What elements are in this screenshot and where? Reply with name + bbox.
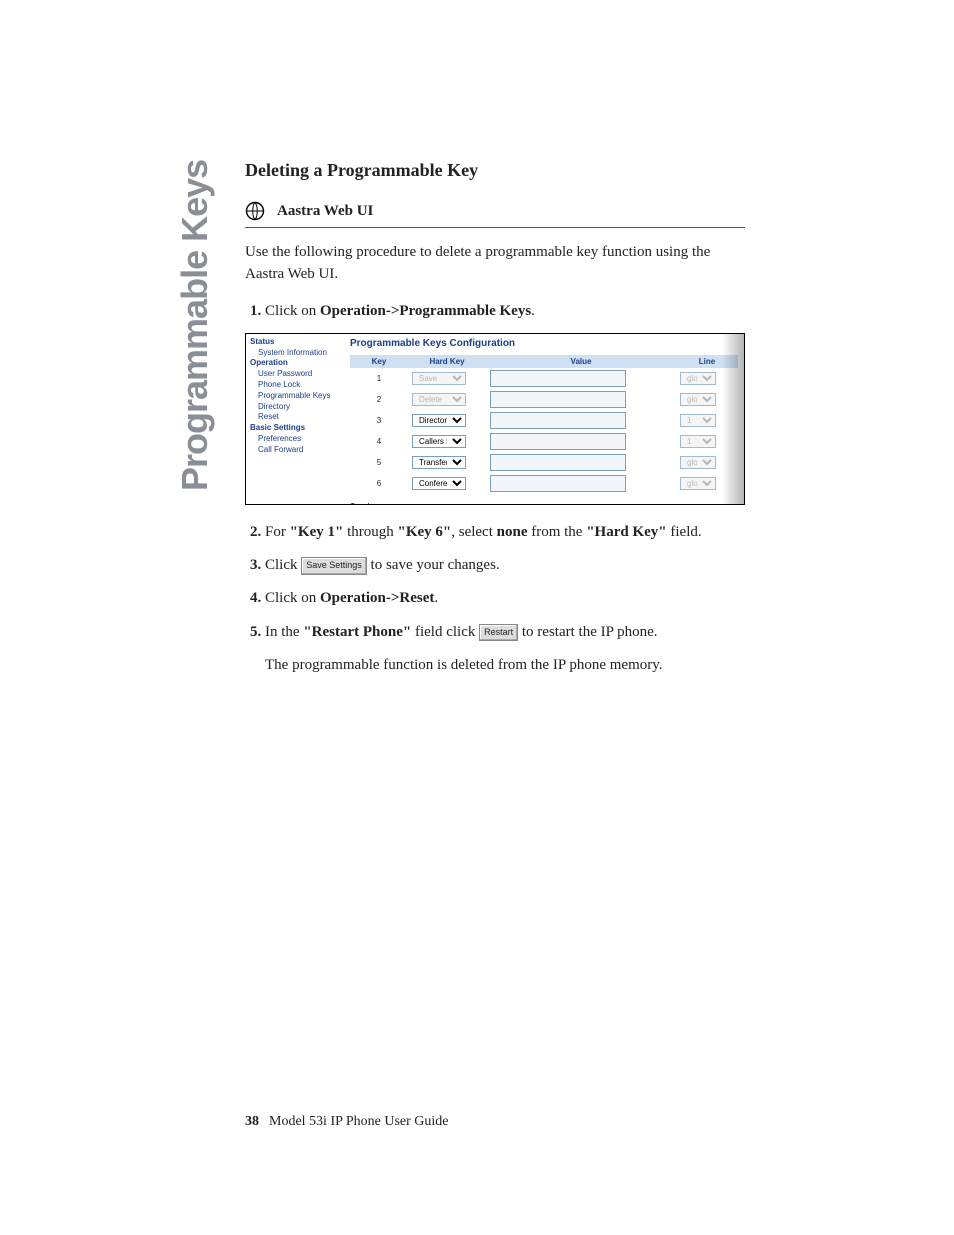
services-heading: Services xyxy=(350,502,738,505)
page-footer: 38 Model 53i IP Phone User Guide xyxy=(245,1114,449,1130)
value-input[interactable] xyxy=(490,454,626,471)
step-5-note: The programmable function is deleted fro… xyxy=(265,654,745,677)
side-tab-label: Programmable Keys xyxy=(170,160,220,560)
nav-item-directory[interactable]: Directory xyxy=(250,402,340,413)
nav-item-callfwd[interactable]: Call Forward xyxy=(250,445,340,456)
table-row: 2 Delete global xyxy=(350,389,738,410)
nav-item-progkeys[interactable]: Programmable Keys xyxy=(250,391,340,402)
nav-cat-basic: Basic Settings xyxy=(250,423,340,434)
guide-title: Model 53i IP Phone User Guide xyxy=(269,1114,449,1129)
nav-item-reset[interactable]: Reset xyxy=(250,412,340,423)
line-select: global xyxy=(680,393,716,406)
cell-key: 2 xyxy=(350,389,408,410)
intro-text: Use the following procedure to delete a … xyxy=(245,242,745,286)
step-1: Click on Operation->Programmable Keys. xyxy=(265,300,745,323)
cell-hardkey: Callers List xyxy=(408,431,486,452)
cell-hardkey: Delete xyxy=(408,389,486,410)
cell-line: global xyxy=(676,389,738,410)
cell-value xyxy=(486,389,676,410)
cell-line: global xyxy=(676,452,738,473)
step-5: In the "Restart Phone" field click Resta… xyxy=(265,621,745,678)
table-row: 1 Save global xyxy=(350,368,738,389)
nav-cat-operation: Operation xyxy=(250,358,340,369)
value-input[interactable] xyxy=(490,412,626,429)
cell-hardkey: Transfer xyxy=(408,452,486,473)
col-hardkey: Hard Key xyxy=(408,355,486,368)
line-select: global xyxy=(680,372,716,385)
cell-value xyxy=(486,473,676,494)
hardkey-select[interactable]: Transfer xyxy=(412,456,466,469)
value-input[interactable] xyxy=(490,391,626,408)
nav-item-sysinfo[interactable]: System Information xyxy=(250,348,340,359)
steps-list: Click on Operation->Programmable Keys. xyxy=(245,300,745,323)
nav-cat-status: Status xyxy=(250,337,340,348)
value-input[interactable] xyxy=(490,475,626,492)
subhead-row: Aastra Web UI xyxy=(245,201,745,221)
cell-key: 3 xyxy=(350,410,408,431)
step-4: Click on Operation->Reset. xyxy=(265,587,745,610)
main-pane: Programmable Keys Configuration Key Hard… xyxy=(344,334,744,504)
cell-key: 4 xyxy=(350,431,408,452)
nav-pane: Status System Information Operation User… xyxy=(246,334,344,504)
page-number: 38 xyxy=(245,1114,259,1129)
hardkey-select[interactable]: Callers List xyxy=(412,435,466,448)
step-2: For "Key 1" through "Key 6", select none… xyxy=(265,521,745,544)
cell-value xyxy=(486,410,676,431)
page: Programmable Keys Deleting a Programmabl… xyxy=(0,0,954,1235)
table-row: 6 Conference global xyxy=(350,473,738,494)
cell-line: global xyxy=(676,473,738,494)
nav-item-prefs[interactable]: Preferences xyxy=(250,434,340,445)
divider xyxy=(245,227,745,228)
cell-line: 1 xyxy=(676,410,738,431)
restart-chip: Restart xyxy=(479,624,518,642)
hardkey-select[interactable]: Conference xyxy=(412,477,466,490)
line-select: global xyxy=(680,456,716,469)
globe-icon xyxy=(245,201,265,221)
cell-key: 6 xyxy=(350,473,408,494)
table-row: 3 Directory 1 xyxy=(350,410,738,431)
cell-hardkey: Directory xyxy=(408,410,486,431)
col-line: Line xyxy=(676,355,738,368)
line-select: 1 xyxy=(680,435,716,448)
step-3: Click Save Settings to save your changes… xyxy=(265,554,745,577)
subhead-label: Aastra Web UI xyxy=(277,203,373,220)
cell-key: 5 xyxy=(350,452,408,473)
panel-title: Programmable Keys Configuration xyxy=(350,338,738,349)
hardkey-select: Delete xyxy=(412,393,466,406)
content-column: Deleting a Programmable Key Aastra Web U… xyxy=(245,160,745,687)
hardkey-select: Save xyxy=(412,372,466,385)
nav-item-phonelock[interactable]: Phone Lock xyxy=(250,380,340,391)
cell-line: global xyxy=(676,368,738,389)
col-key: Key xyxy=(350,355,408,368)
cell-key: 1 xyxy=(350,368,408,389)
cell-hardkey: Save xyxy=(408,368,486,389)
hardkey-select[interactable]: Directory xyxy=(412,414,466,427)
value-input[interactable] xyxy=(490,433,626,450)
cell-hardkey: Conference xyxy=(408,473,486,494)
steps-list-cont: For "Key 1" through "Key 6", select none… xyxy=(245,521,745,677)
table-row: 5 Transfer global xyxy=(350,452,738,473)
cell-line: 1 xyxy=(676,431,738,452)
value-input[interactable] xyxy=(490,370,626,387)
col-value: Value xyxy=(486,355,676,368)
webui-screenshot: Status System Information Operation User… xyxy=(245,333,745,505)
section-heading: Deleting a Programmable Key xyxy=(245,160,745,181)
line-select: 1 xyxy=(680,414,716,427)
nav-item-userpw[interactable]: User Password xyxy=(250,369,340,380)
keys-table: Key Hard Key Value Line 1 Save global 2 Dele… xyxy=(350,355,738,494)
table-row: 4 Callers List 1 xyxy=(350,431,738,452)
cell-value xyxy=(486,368,676,389)
line-select: global xyxy=(680,477,716,490)
cell-value xyxy=(486,452,676,473)
save-settings-chip: Save Settings xyxy=(301,557,367,575)
cell-value xyxy=(486,431,676,452)
